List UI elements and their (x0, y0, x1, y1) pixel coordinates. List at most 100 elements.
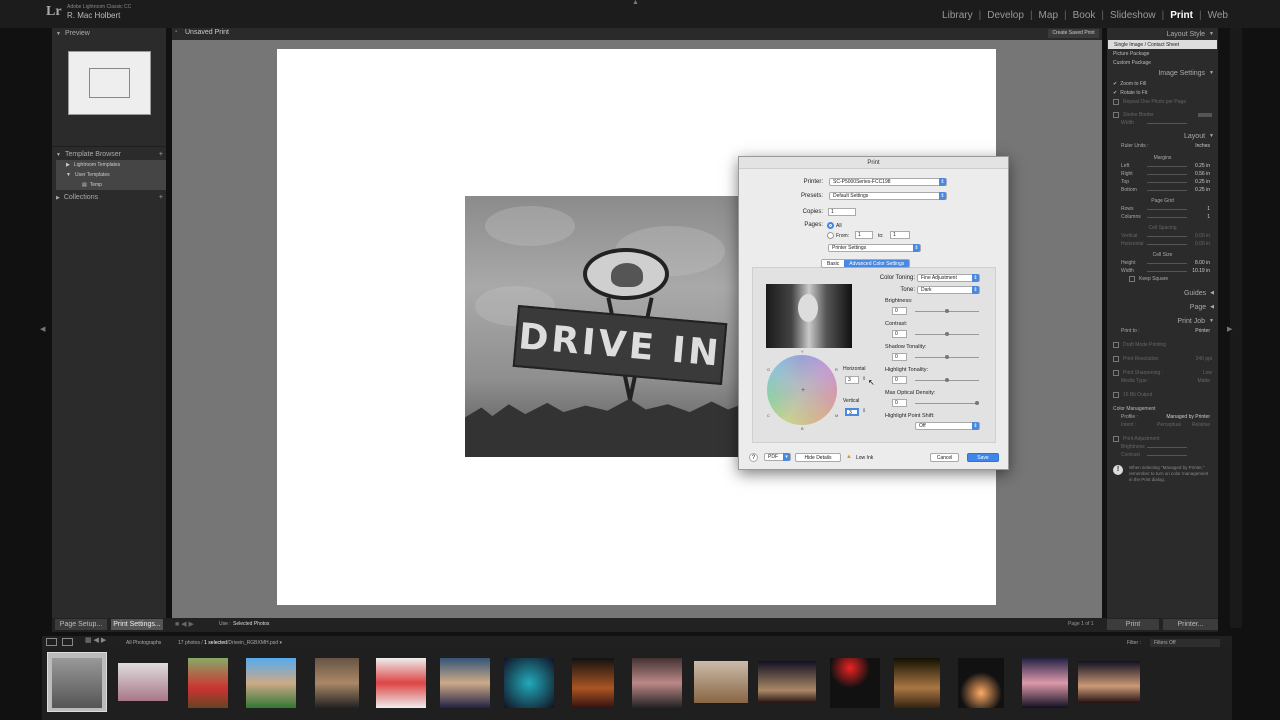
filmstrip-thumb[interactable] (243, 653, 301, 711)
spacing-value[interactable]: 0.00 in (1195, 233, 1210, 239)
tab-advanced-color-settings[interactable]: Advanced Color Settings (844, 260, 910, 267)
template-browser-header[interactable]: ▼ Template Browser + (52, 149, 166, 160)
page-setup-button[interactable]: Page Setup... (55, 619, 107, 630)
size-value[interactable]: 8.00 in (1195, 260, 1210, 266)
add-collection-icon[interactable]: + (159, 194, 163, 201)
page-nav-icons[interactable]: ■ ◀ ▶ (175, 620, 194, 628)
module-map[interactable]: Map (1039, 10, 1058, 21)
filmstrip-thumb[interactable] (47, 652, 107, 712)
vertical-stepper-icon[interactable]: ⇕ (862, 408, 866, 414)
height-row[interactable]: Height 8.00 in (1107, 259, 1218, 267)
template-folder-lightroom[interactable]: ▶ Lightroom Templates (56, 160, 166, 170)
stroke-border-checkbox[interactable]: Stroke Border (1107, 110, 1218, 119)
keep-square-checkbox[interactable]: Keep Square (1107, 275, 1218, 283)
width-slider[interactable] (1147, 271, 1187, 272)
filmstrip-thumb[interactable] (566, 653, 624, 711)
layout-style-header[interactable]: Layout Style ▼ (1107, 28, 1218, 40)
collections-header[interactable]: ▶ Collections + (52, 192, 166, 203)
horizontal-input[interactable]: 3 (845, 376, 859, 384)
margin-top-slider[interactable] (1147, 182, 1187, 183)
brightness-input[interactable]: 0 (892, 307, 907, 315)
slider-knob[interactable] (945, 309, 949, 313)
module-book[interactable]: Book (1073, 10, 1096, 21)
draft-mode-checkbox[interactable]: Draft Mode Printing (1107, 340, 1218, 349)
page-header[interactable]: Page ◀ (1107, 301, 1218, 313)
margin-right-slider[interactable] (1147, 174, 1187, 175)
columns-slider[interactable] (1147, 217, 1187, 218)
print-settings-button[interactable]: Print Settings... (111, 619, 163, 630)
margin-value[interactable]: 0.56 in (1195, 171, 1210, 177)
adjust-brightness-row[interactable]: Brightness (1107, 443, 1218, 451)
printer-select[interactable]: SC-P5000Series-FCC198 ⇕ (829, 178, 947, 186)
filmstrip-thumb[interactable] (1074, 653, 1140, 711)
image-settings-header[interactable]: Image Settings ▼ (1107, 67, 1218, 79)
presets-select[interactable]: Default Settings ⇕ (829, 192, 947, 200)
slider-knob[interactable] (945, 332, 949, 336)
preview-panel-header[interactable]: ▼ Preview (52, 28, 166, 39)
filmstrip-thumb[interactable] (826, 653, 884, 711)
color-toning-select[interactable]: Fine Adjustment ⇕ (917, 274, 980, 282)
adjust-contrast-row[interactable]: Contrast (1107, 451, 1218, 459)
filmstrip-source[interactable]: All Photographs (126, 640, 161, 646)
profile-row[interactable]: Profile : Managed by Printer (1107, 413, 1218, 421)
filmstrip-thumb[interactable] (436, 653, 494, 711)
brightness-slider[interactable] (915, 309, 979, 313)
filmstrip-thumb[interactable] (954, 653, 1012, 711)
save-button[interactable]: Save (967, 453, 999, 462)
grid-view-icon[interactable]: ▦ ◀ ▶ (85, 636, 106, 644)
margin-right-row[interactable]: Right 0.56 in (1107, 170, 1218, 178)
width-row[interactable]: Width 10.19 in (1107, 267, 1218, 275)
rows-row[interactable]: Rows 1 (1107, 205, 1218, 213)
vertical-spacing-row[interactable]: Vertical 0.00 in (1107, 232, 1218, 240)
pdf-menu-button[interactable]: PDF ▾ (764, 453, 791, 461)
columns-row[interactable]: Columns 1 (1107, 213, 1218, 221)
guides-header[interactable]: Guides ◀ (1107, 287, 1218, 299)
slider-knob[interactable] (945, 355, 949, 359)
grid-value[interactable]: 1 (1207, 214, 1210, 220)
media-type-value[interactable]: Matte (1197, 378, 1210, 384)
16-bit-output-checkbox[interactable]: 16 Bit Output (1107, 390, 1218, 399)
filmstrip-thumb[interactable] (500, 653, 558, 711)
cancel-button[interactable]: Cancel (930, 453, 959, 462)
zoom-to-fill-checkbox[interactable]: ✔ Zoom to Fill (1107, 79, 1218, 88)
slider-knob[interactable] (945, 378, 949, 382)
template-folder-user[interactable]: ▼ User Templates (56, 170, 166, 180)
print-to-row[interactable]: Print to : Printer (1107, 327, 1218, 335)
filmstrip-thumb[interactable] (310, 653, 368, 711)
main-window-icon[interactable] (46, 638, 57, 646)
help-button[interactable]: ? (749, 453, 758, 462)
filmstrip-thumb[interactable] (754, 653, 816, 711)
use-selector[interactable]: Selected Photos (233, 621, 269, 627)
print-sharpening-value[interactable]: Low (1203, 370, 1212, 376)
filmstrip-thumb[interactable] (372, 653, 430, 711)
module-print[interactable]: Print (1170, 10, 1193, 21)
add-template-icon[interactable]: + (159, 151, 163, 158)
horizontal-spacing-slider[interactable] (1147, 244, 1187, 245)
margin-bottom-slider[interactable] (1147, 190, 1187, 191)
pages-from-input[interactable]: 1 (855, 231, 873, 239)
tone-select[interactable]: Dark ⇕ (917, 286, 980, 294)
highlight-point-shift-select[interactable]: Off ⇕ (915, 422, 980, 430)
filmstrip-thumb[interactable] (114, 653, 172, 711)
shadow-tonality-input[interactable]: 0 (892, 353, 907, 361)
margin-value[interactable]: 0.25 in (1195, 187, 1210, 193)
printer-button[interactable]: Printer... (1163, 619, 1218, 630)
margin-left-slider[interactable] (1147, 166, 1187, 167)
print-adjustment-checkbox[interactable]: Print Adjustment (1107, 434, 1218, 443)
margin-bottom-row[interactable]: Bottom 0.25 in (1107, 186, 1218, 194)
print-button[interactable]: Print (1107, 619, 1159, 630)
print-job-header[interactable]: Print Job ▼ (1107, 315, 1218, 327)
filmstrip-thumb[interactable] (688, 653, 748, 711)
intent-relative-radio[interactable]: Relative (1192, 422, 1210, 428)
intent-perceptual-radio[interactable]: Perceptual (1157, 422, 1181, 428)
print-sharpening-checkbox[interactable]: Print Sharpening : Low (1107, 368, 1218, 377)
layout-style-single[interactable]: Single Image / Contact Sheet (1108, 40, 1217, 49)
highlight-tonality-input[interactable]: 0 (892, 376, 907, 384)
second-window-icon[interactable] (62, 638, 73, 646)
stroke-width-slider[interactable] (1147, 123, 1187, 124)
contrast-slider[interactable] (915, 332, 979, 336)
print-to-value[interactable]: Printer (1195, 328, 1210, 334)
right-panel-toggle-icon[interactable]: ▶ (1227, 325, 1232, 333)
rows-slider[interactable] (1147, 209, 1187, 210)
layout-style-picture-package[interactable]: Picture Package (1107, 49, 1218, 58)
